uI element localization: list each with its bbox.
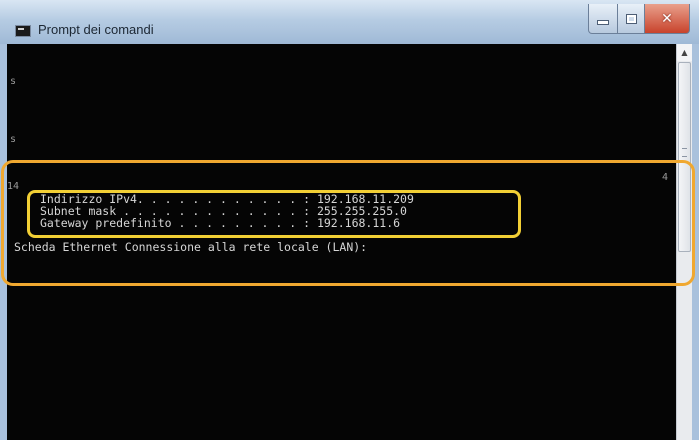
title-bar[interactable]: Prompt dei comandi ✕ bbox=[0, 0, 699, 44]
ip-config-highlight bbox=[27, 190, 521, 238]
minimize-icon bbox=[597, 20, 609, 25]
scroll-up-arrow[interactable]: ▲ bbox=[677, 44, 692, 61]
close-button[interactable]: ✕ bbox=[644, 4, 690, 34]
command-prompt-window: Prompt dei comandi ✕ s s 14 4 Indirizzo … bbox=[0, 0, 699, 440]
console-fragment: s bbox=[10, 76, 17, 87]
maximize-button[interactable] bbox=[617, 4, 645, 34]
maximize-icon bbox=[625, 13, 637, 24]
console-icon[interactable] bbox=[15, 25, 31, 37]
window-title: Prompt dei comandi bbox=[38, 22, 154, 37]
close-icon: ✕ bbox=[661, 10, 673, 27]
console-fragment: s bbox=[10, 134, 17, 145]
minimize-button[interactable] bbox=[588, 4, 618, 34]
